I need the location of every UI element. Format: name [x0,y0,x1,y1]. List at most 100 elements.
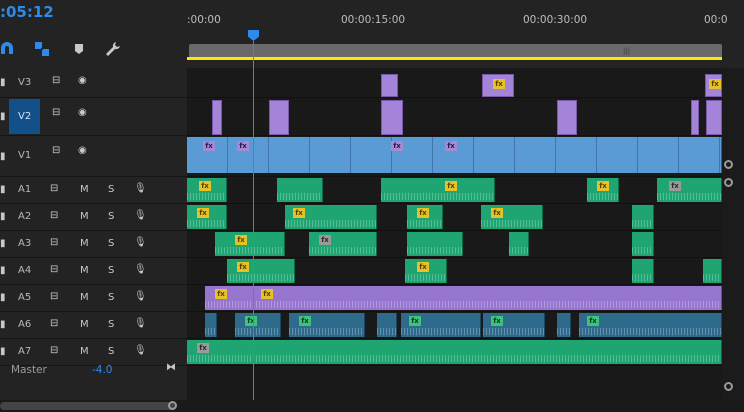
adjustment-clip[interactable]: fx [705,74,722,97]
fx-badge[interactable]: fx [197,343,209,353]
track-header-a7[interactable]: ▮ A7 ⊟ M S 🎙 [0,339,187,366]
track-lock-icon[interactable]: ▮ [0,319,6,330]
audio-clip[interactable] [407,232,463,256]
solo-button[interactable]: S [108,346,114,357]
track-header-v1[interactable]: ▮ V1 ⊟ ◉ [0,136,187,177]
linked-selection-icon[interactable] [33,40,51,58]
sync-lock-icon[interactable]: ⊟ [50,237,58,248]
audio-clip[interactable]: fx [187,340,722,364]
solo-button[interactable]: S [108,211,114,222]
fx-badge[interactable]: fx [235,235,247,245]
sync-lock-icon[interactable]: ⊟ [52,75,60,86]
audio-clip[interactable] [632,259,654,283]
solo-button[interactable]: S [108,184,114,195]
track-lock-icon[interactable]: ▮ [0,77,6,88]
track-lane-v2[interactable] [187,98,744,136]
track-header-a3[interactable]: ▮ A3 ⊟ M S 🎙 [0,231,187,258]
track-lock-icon[interactable]: ▮ [0,265,6,276]
audio-clip[interactable]: fx [401,313,481,337]
mute-button[interactable]: M [80,238,89,249]
fx-badge[interactable]: fx [491,208,503,218]
audio-clip[interactable]: fx [407,205,443,229]
video-clip-strip[interactable]: fx fx fx fx [187,137,722,173]
audio-clip[interactable] [205,313,217,337]
fx-badge[interactable]: fx [445,181,457,191]
audio-clip[interactable]: fx [579,313,722,337]
audio-clip[interactable]: fx [187,178,227,202]
track-lane-a6[interactable]: fx fx fx fx fx [187,312,744,339]
audio-clip[interactable]: fx [215,232,285,256]
fx-badge[interactable]: fx [709,79,721,89]
audio-clip[interactable]: fx [483,313,545,337]
mute-button[interactable]: M [80,211,89,222]
track-lock-icon[interactable]: ▮ [0,151,6,162]
audio-clip[interactable]: fx [405,259,447,283]
audio-clip[interactable] [632,232,654,256]
adjustment-clip[interactable] [269,100,289,135]
audio-clip[interactable]: fx [657,178,722,202]
track-lock-icon[interactable]: ▮ [0,211,6,222]
track-lock-icon[interactable]: ▮ [0,111,6,122]
eye-icon[interactable]: ◉ [78,75,87,86]
scroll-knob[interactable] [724,178,733,187]
solo-button[interactable]: S [108,265,114,276]
timeline-tracks-area[interactable]: fx fx fx fx fx fx fx fx fx fx fx fx fx f… [187,68,744,400]
fx-badge[interactable]: fx [417,208,429,218]
mute-button[interactable]: M [80,265,89,276]
mute-button[interactable]: M [80,346,89,357]
track-lane-v1[interactable]: fx fx fx fx [187,136,744,177]
sync-lock-icon[interactable]: ⊟ [50,318,58,329]
adjustment-clip[interactable] [381,74,398,97]
fx-badge[interactable]: fx [237,262,249,272]
timeline-zoom-scrollbar[interactable] [189,44,722,58]
playhead-timecode[interactable]: :05:12 [0,3,54,21]
music-clip[interactable]: fx fx [205,286,722,310]
voiceover-mic-icon[interactable]: 🎙 [134,183,147,194]
voiceover-mic-icon[interactable]: 🎙 [134,237,147,248]
fx-badge[interactable]: fx [597,181,609,191]
track-lane-v3[interactable]: fx fx [187,68,744,98]
fx-badge[interactable]: fx [203,141,215,151]
work-area-bar[interactable] [187,57,722,60]
track-header-a1[interactable]: ▮ A1 ⊟ M S 🎙 [0,177,187,204]
track-lane-a3[interactable]: fx fx [187,231,744,258]
track-lock-icon[interactable]: ▮ [0,184,6,195]
audio-clip[interactable] [277,178,323,202]
playhead-line[interactable] [253,41,254,412]
sync-lock-icon[interactable]: ⊟ [50,183,58,194]
adjustment-clip[interactable] [691,100,699,135]
sync-lock-icon[interactable]: ⊟ [50,210,58,221]
audio-clip[interactable]: fx [481,205,543,229]
vertical-scroll-strip[interactable] [722,68,744,400]
solo-button[interactable]: S [108,319,114,330]
track-header-a4[interactable]: ▮ A4 ⊟ M S 🎙 [0,258,187,285]
adjustment-clip[interactable] [557,100,577,135]
horizontal-scrollbar[interactable] [0,402,175,410]
voiceover-mic-icon[interactable]: 🎙 [134,345,147,356]
voiceover-mic-icon[interactable]: 🎙 [134,291,147,302]
audio-clip[interactable]: fx [289,313,365,337]
track-lane-a4[interactable]: fx fx [187,258,744,285]
track-lane-a7[interactable]: fx [187,339,744,366]
audio-clip[interactable] [377,313,397,337]
audio-clip[interactable]: fx [309,232,377,256]
solo-button[interactable]: S [108,292,114,303]
fx-badge[interactable]: fx [261,289,273,299]
track-lock-icon[interactable]: ▮ [0,238,6,249]
fx-badge[interactable]: fx [245,316,257,326]
scroll-knob[interactable] [168,401,177,410]
audio-clip[interactable]: fx [587,178,619,202]
fx-badge[interactable]: fx [199,181,211,191]
scroll-knob[interactable] [724,160,733,169]
track-header-v3[interactable]: ▮ V3 ⊟ ◉ [0,68,187,98]
fx-badge[interactable]: fx [293,208,305,218]
voiceover-mic-icon[interactable]: 🎙 [134,210,147,221]
adjustment-clip[interactable] [212,100,222,135]
fx-badge[interactable]: fx [319,235,331,245]
wrench-icon[interactable] [104,40,122,58]
audio-clip[interactable]: fx [285,205,377,229]
track-header-a5[interactable]: ▮ A5 ⊟ M S 🎙 [0,285,187,312]
audio-clip[interactable] [632,205,654,229]
adjustment-clip[interactable] [381,100,403,135]
master-volume-value[interactable]: -4.0 [92,364,113,376]
